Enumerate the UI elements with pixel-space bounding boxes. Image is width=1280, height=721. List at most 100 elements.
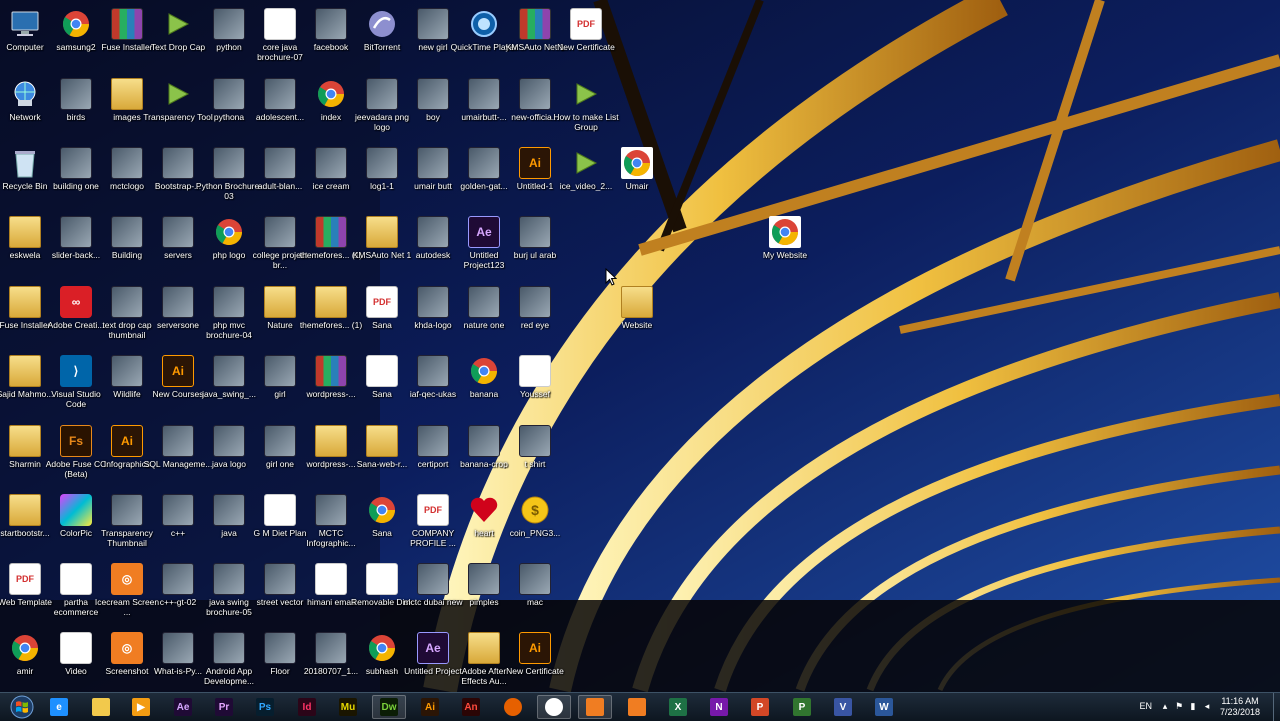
- image-thumbnail-icon: [264, 78, 296, 110]
- taskbar-app-id[interactable]: Id: [290, 695, 324, 719]
- taskbar-app-pr[interactable]: Pr: [207, 695, 241, 719]
- folder-icon: [315, 286, 347, 318]
- taskbar-app-chrome[interactable]: [537, 695, 571, 719]
- desktop-shortcut[interactable]: mac: [499, 559, 571, 627]
- folder-icon: [111, 78, 143, 110]
- folder-icon: [468, 632, 500, 664]
- volume-icon[interactable]: ◂: [1202, 702, 1212, 712]
- taskbar-app-ai[interactable]: Ai: [413, 695, 447, 719]
- image-thumbnail-icon: [417, 425, 449, 457]
- desktop-shortcut[interactable]: burj ul arab: [499, 212, 571, 280]
- image-thumbnail-icon: [417, 286, 449, 318]
- video-file-icon: [162, 8, 194, 40]
- svg-text:$: $: [531, 502, 539, 518]
- desktop-shortcut[interactable]: How to make List Group: [550, 74, 622, 142]
- folder-icon: [9, 494, 41, 526]
- chrome-icon: [213, 216, 245, 248]
- desktop-shortcut[interactable]: red eye: [499, 282, 571, 350]
- vscode-icon: ⟩: [60, 355, 92, 387]
- document-icon: [315, 563, 347, 595]
- taskbar-app-dw[interactable]: Dw: [372, 695, 406, 719]
- firefox-icon: [504, 698, 522, 716]
- image-thumbnail-icon: [519, 563, 551, 595]
- desktop-shortcut[interactable]: Umair: [601, 143, 673, 211]
- taskbar-app-powerpoint[interactable]: P: [743, 695, 777, 719]
- heart-icon: [468, 494, 500, 526]
- photoshop-icon: Ps: [256, 698, 274, 716]
- show-desktop-button[interactable]: [1273, 693, 1280, 721]
- taskbar-app-ie[interactable]: e: [42, 695, 76, 719]
- taskbar-app-ps[interactable]: Ps: [248, 695, 282, 719]
- excel-icon: X: [669, 698, 687, 716]
- winrar-icon: [111, 8, 143, 40]
- taskbar-app-project[interactable]: P: [785, 695, 819, 719]
- taskbar-app-firefox[interactable]: [496, 695, 530, 719]
- desktop-shortcut[interactable]: PDF New Certificate: [550, 4, 622, 72]
- image-thumbnail-icon: [213, 78, 245, 110]
- chrome-icon: [366, 632, 398, 664]
- taskbar-app-an[interactable]: An: [454, 695, 488, 719]
- chrome-icon: [366, 494, 398, 526]
- visio-icon: V: [834, 698, 852, 716]
- desktop-shortcut[interactable]: My Website: [749, 212, 821, 280]
- illustrator-icon: Ai: [111, 425, 143, 457]
- creative-cloud-icon: ∞: [60, 286, 92, 318]
- desktop-shortcut[interactable]: Youssef: [499, 351, 571, 419]
- image-thumbnail-icon: [213, 8, 245, 40]
- folder-icon: [621, 286, 653, 318]
- premiere-icon: Pr: [215, 698, 233, 716]
- desktop-shortcut-label: New Certificate: [506, 666, 564, 676]
- action-center-icon[interactable]: ⚑: [1174, 702, 1184, 712]
- illustrator-icon: Ai: [162, 355, 194, 387]
- image-thumbnail-icon: [315, 147, 347, 179]
- image-thumbnail-icon: [213, 494, 245, 526]
- adobe-fuse-icon: Fs: [60, 425, 92, 457]
- illustrator-icon: Ai: [519, 632, 551, 664]
- taskbar: e ▶ Ae Pr Ps Id Mu Dw Ai An X N P P V W EN ▴ ⚑ ▮ ◂ 11:1…: [0, 692, 1280, 721]
- taskbar-app-excel[interactable]: X: [661, 695, 695, 719]
- taskbar-app-icecream[interactable]: [578, 695, 612, 719]
- image-thumbnail-icon: [213, 425, 245, 457]
- icecream-screenshot-icon: [628, 698, 646, 716]
- document-icon: [60, 563, 92, 595]
- illustrator-icon: Ai: [421, 698, 439, 716]
- image-thumbnail-icon: [111, 494, 143, 526]
- icecream-recorder-icon: ◎: [111, 563, 143, 595]
- image-thumbnail-icon: [519, 78, 551, 110]
- taskbar-app-visio[interactable]: V: [826, 695, 860, 719]
- desktop-shortcut-label: Umair: [625, 181, 649, 191]
- desktop-shortcut[interactable]: $ coin_PNG3...: [499, 490, 571, 558]
- desktop-shortcut-label: Youssef: [520, 389, 550, 399]
- taskbar-app-media[interactable]: ▶: [124, 695, 158, 719]
- image-thumbnail-icon: [213, 355, 245, 387]
- taskbar-app-word[interactable]: W: [867, 695, 901, 719]
- taskbar-app-ae[interactable]: Ae: [166, 695, 200, 719]
- desktop-shortcut[interactable]: Website: [601, 282, 673, 350]
- chrome-icon: [468, 355, 500, 387]
- language-indicator[interactable]: EN: [1139, 701, 1152, 711]
- after-effects-icon: Ae: [468, 216, 500, 248]
- start-button[interactable]: [4, 694, 40, 720]
- pdf-icon: PDF: [366, 286, 398, 318]
- clock[interactable]: 11:16 AM 7/23/2018: [1212, 696, 1268, 718]
- desktop-shortcut[interactable]: t shirt: [499, 421, 571, 489]
- image-thumbnail-icon: [417, 355, 449, 387]
- folder-icon: [9, 355, 41, 387]
- network-tray-icon[interactable]: ▮: [1188, 702, 1198, 712]
- desktop-shortcut[interactable]: Ai New Certificate: [499, 628, 571, 696]
- taskbar-app-onenote[interactable]: N: [702, 695, 736, 719]
- image-thumbnail-icon: [315, 632, 347, 664]
- chrome-icon: [315, 78, 347, 110]
- image-thumbnail-icon: [162, 425, 194, 457]
- taskbar-app-explorer[interactable]: [84, 695, 118, 719]
- folder-icon: [264, 286, 296, 318]
- desktop-shortcut-label: Website: [621, 320, 653, 330]
- image-thumbnail-icon: [264, 632, 296, 664]
- dreamweaver-icon: Dw: [380, 698, 398, 716]
- taskbar-app-icecream2[interactable]: [620, 695, 654, 719]
- quicktime-icon: [468, 8, 500, 40]
- taskbar-app-mu[interactable]: Mu: [331, 695, 365, 719]
- image-thumbnail-icon: [468, 563, 500, 595]
- coin-icon: $: [519, 494, 551, 526]
- show-hidden-icons-icon[interactable]: ▴: [1160, 702, 1170, 712]
